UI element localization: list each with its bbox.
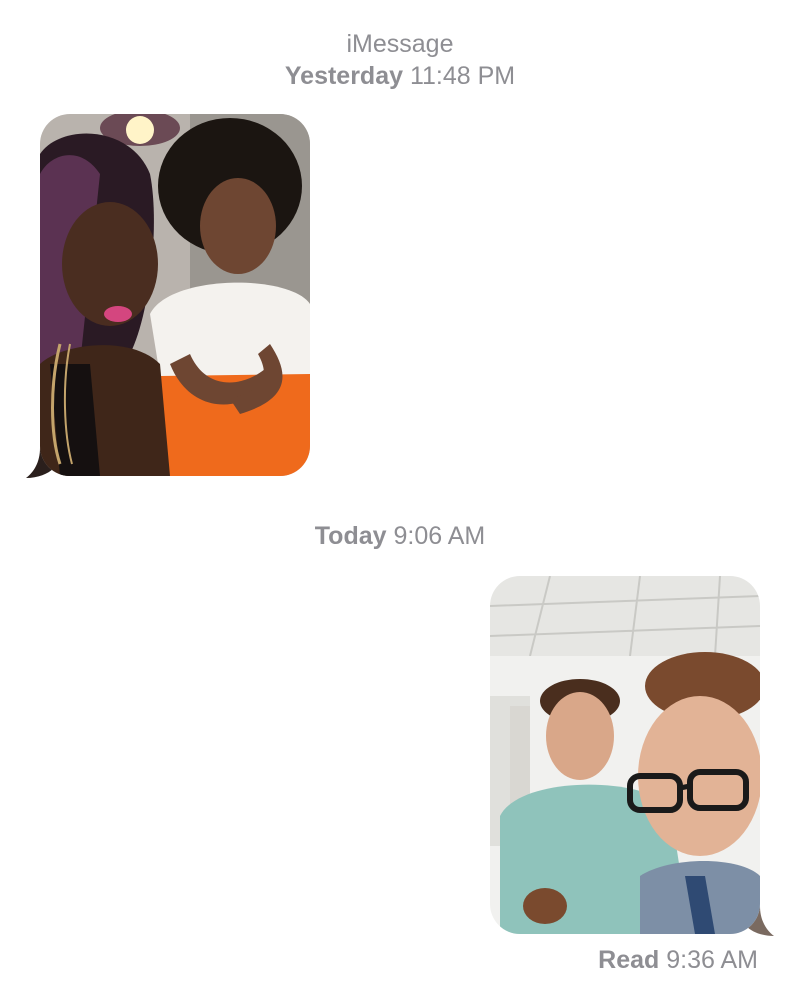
receipt-time: 9:36 AM <box>666 946 758 974</box>
message-thread: iMessage Yesterday 11:48 PM Today 9:06 A… <box>0 0 800 1000</box>
incoming-photo-message[interactable] <box>26 114 310 478</box>
service-name: iMessage <box>346 30 454 58</box>
timestamp-day: Yesterday <box>284 62 404 90</box>
outgoing-photo-message[interactable] <box>490 576 774 936</box>
outgoing-photo[interactable] <box>490 576 760 934</box>
timestamp-day: Today <box>314 522 387 550</box>
timestamp-today: Today 9:06 AM <box>0 520 800 552</box>
receipt-label: Read <box>598 946 660 974</box>
timestamp-time: 9:06 AM <box>393 522 486 550</box>
timestamp-yesterday: Yesterday 11:48 PM <box>0 60 800 92</box>
timestamp-time: 11:48 PM <box>409 62 516 90</box>
service-label: iMessage <box>0 28 800 60</box>
incoming-photo[interactable] <box>40 114 310 476</box>
read-receipt: Read 9:36 AM <box>598 944 758 976</box>
